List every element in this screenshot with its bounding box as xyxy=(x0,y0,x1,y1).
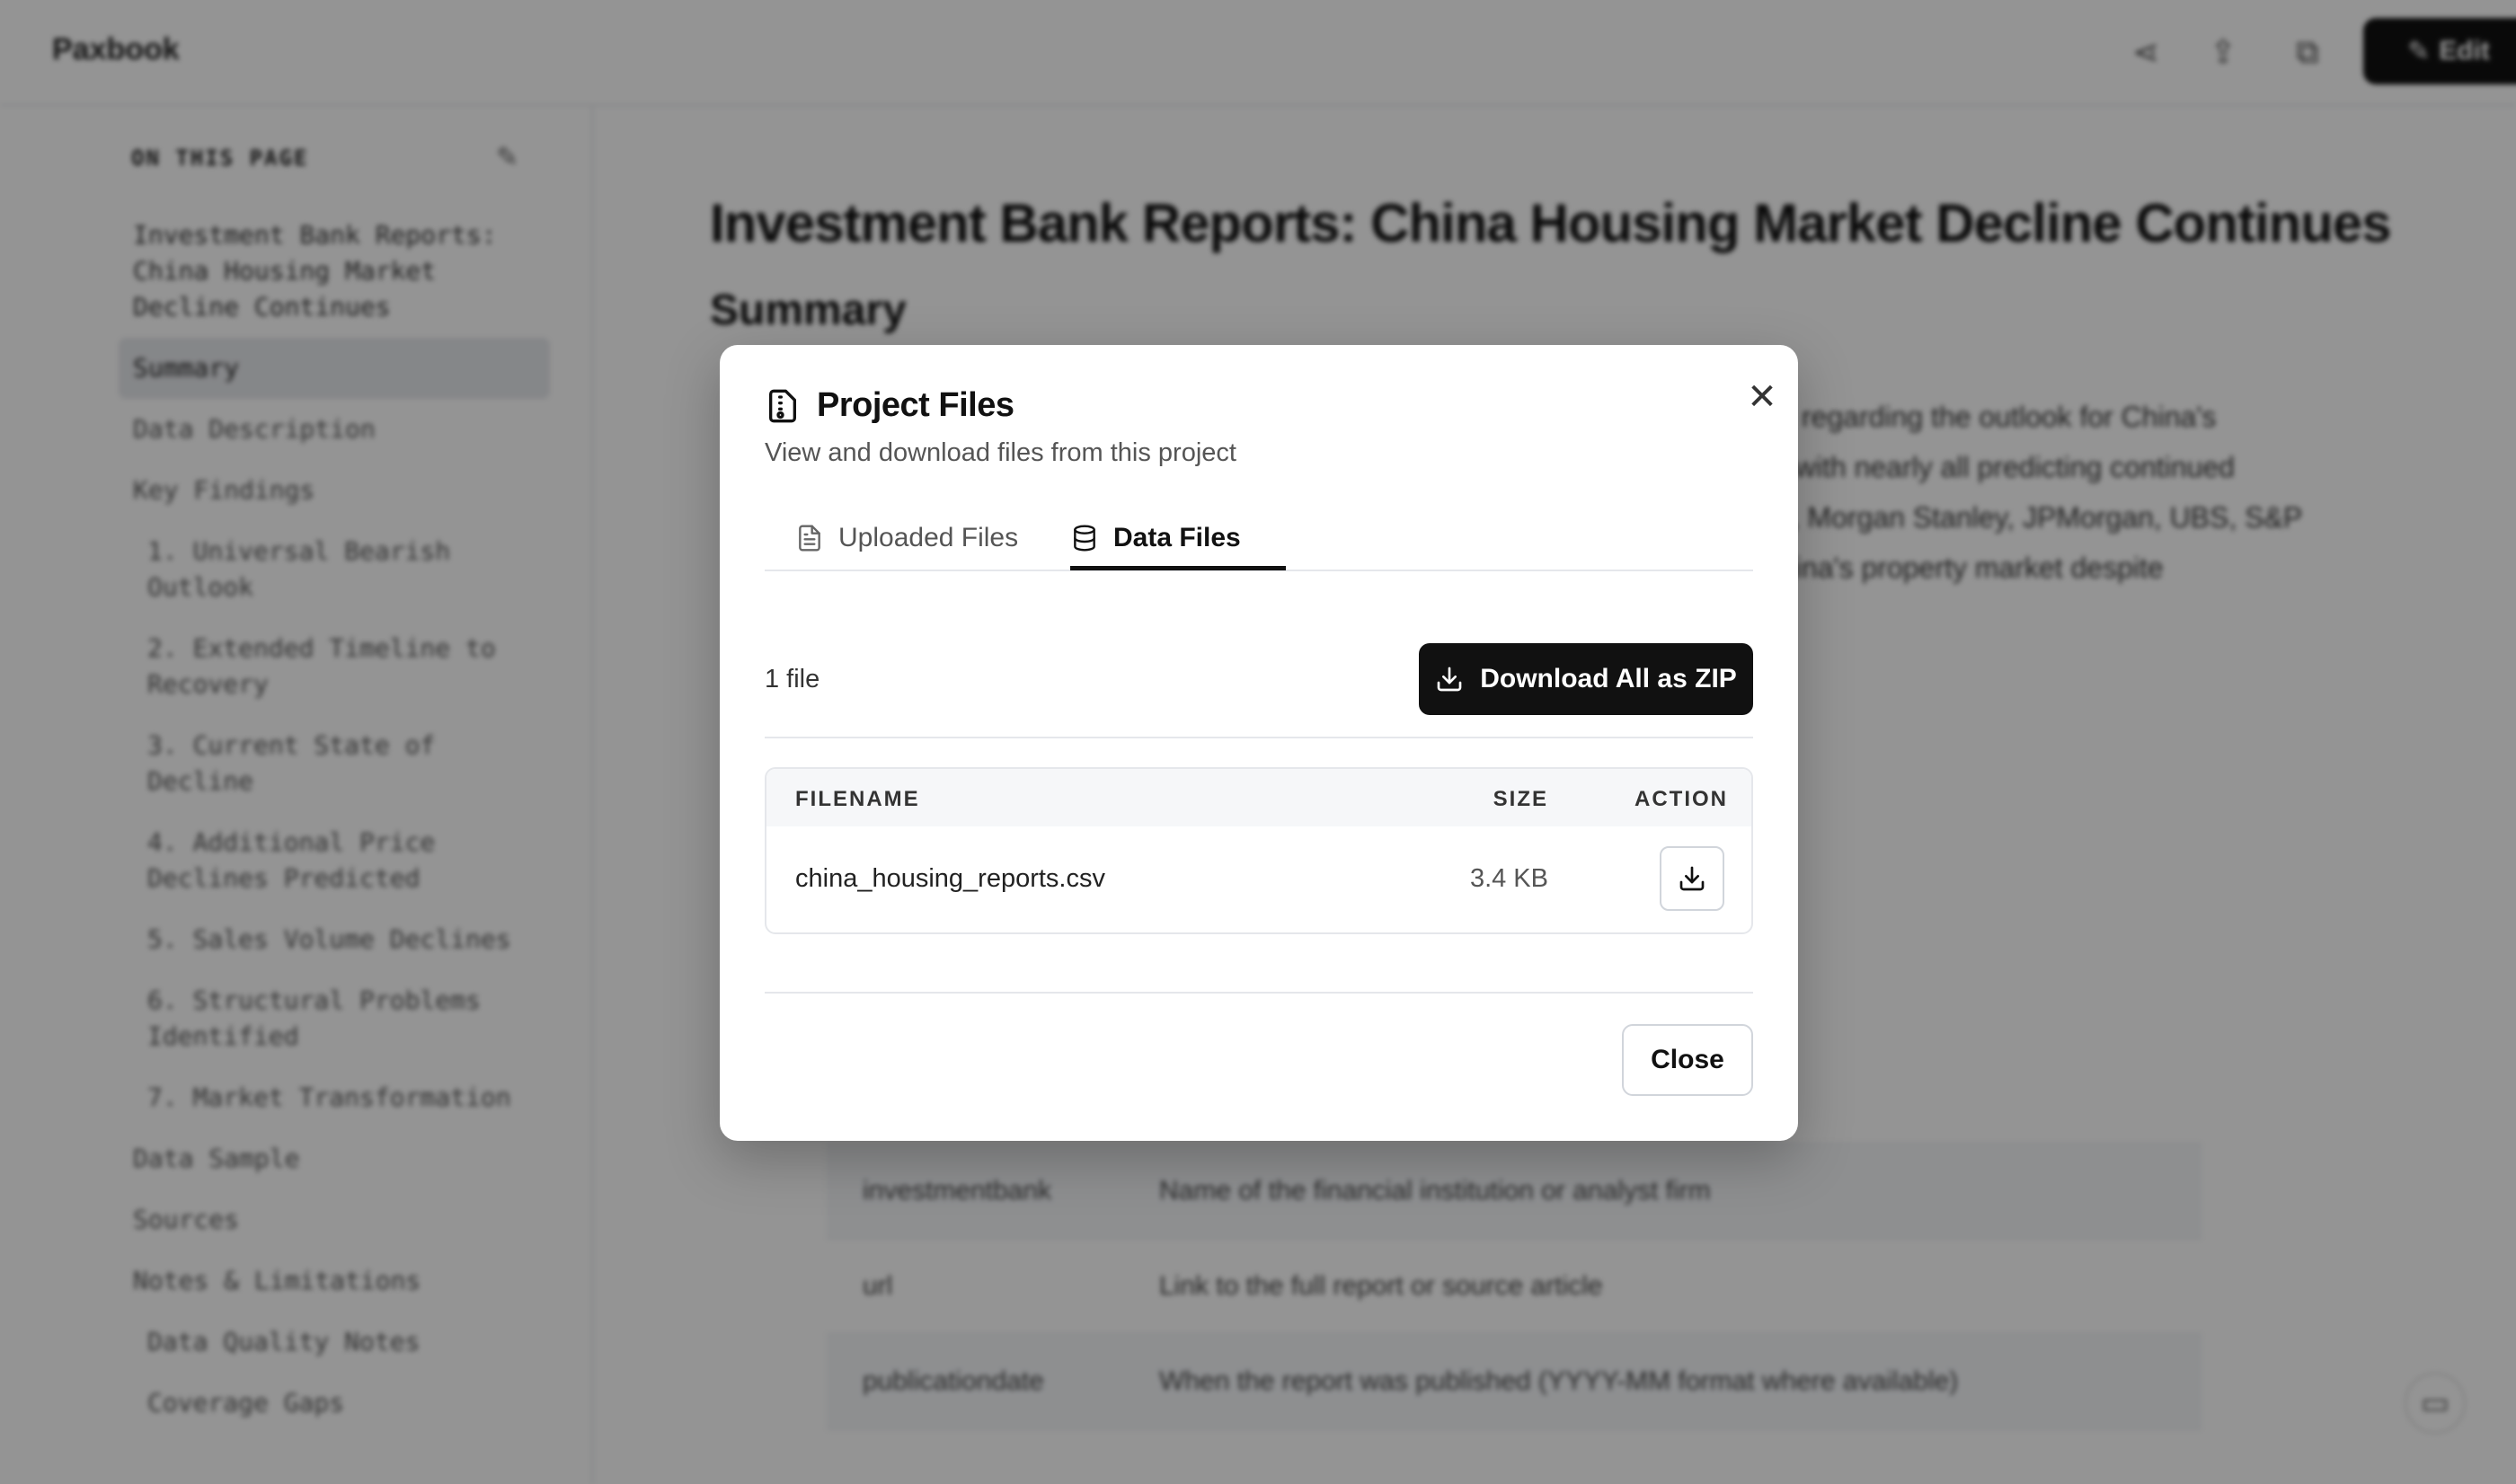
download-file-button[interactable] xyxy=(1660,846,1724,911)
divider xyxy=(765,992,1753,994)
project-files-modal: ✕ Project Files View and download files … xyxy=(720,345,1798,1141)
app-root: Paxbook ⋖ ⇪ ⧉ ✎ Edit ON THIS PAGE ✎ Inve… xyxy=(0,0,2516,1484)
tab-label: Data Files xyxy=(1113,523,1241,552)
tab-data-files[interactable]: Data Files xyxy=(1070,505,1241,571)
file-archive-icon xyxy=(769,389,796,422)
download-icon xyxy=(1437,667,1462,692)
files-table: FILENAME SIZE ACTION china_housing_repor… xyxy=(765,767,1753,934)
tab-label: Uploaded Files xyxy=(838,523,1019,552)
file-name: china_housing_reports.csv xyxy=(795,864,1105,893)
divider xyxy=(765,737,1753,738)
modal-description: View and download files from this projec… xyxy=(765,438,1236,467)
database-icon xyxy=(1074,525,1095,552)
table-header: FILENAME SIZE ACTION xyxy=(766,769,1751,826)
download-icon xyxy=(1679,866,1705,891)
modal-header: Project Files xyxy=(765,386,1014,425)
close-button[interactable]: Close xyxy=(1622,1024,1753,1096)
close-icon[interactable]: ✕ xyxy=(1737,372,1787,422)
file-text-icon xyxy=(799,525,820,552)
file-tabs: Uploaded Files Data Files xyxy=(765,505,1753,571)
download-all-zip-button[interactable]: Download All as ZIP xyxy=(1419,643,1753,715)
tab-uploaded-files[interactable]: Uploaded Files xyxy=(795,505,1018,571)
zip-button-label: Download All as ZIP xyxy=(1480,664,1737,693)
table-row: china_housing_reports.csv 3.4 KB xyxy=(766,826,1751,932)
column-header-filename: FILENAME xyxy=(795,787,920,811)
file-count: 1 file xyxy=(765,665,820,693)
column-header-action: ACTION xyxy=(1635,787,1728,811)
file-size: 3.4 KB xyxy=(1469,864,1548,893)
modal-title: Project Files xyxy=(817,386,1014,424)
column-header-size: SIZE xyxy=(1493,787,1548,811)
active-tab-indicator xyxy=(1070,566,1286,570)
